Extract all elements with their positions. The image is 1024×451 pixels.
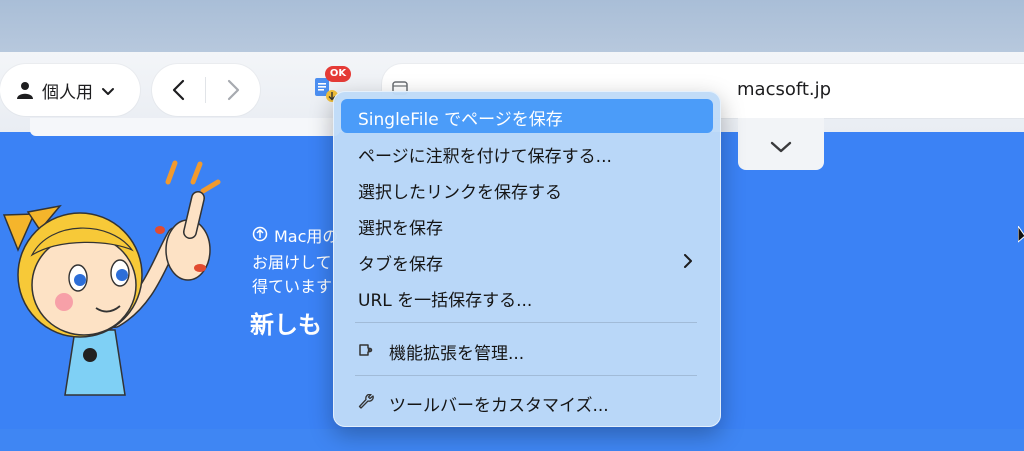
mascot-illustration bbox=[2, 160, 221, 396]
menu-item-annotate-and-save[interactable]: ページに注釈を付けて保存する... bbox=[341, 136, 713, 170]
context-menu: SingleFile でページを保存 ページに注釈を付けて保存する... 選択し… bbox=[333, 91, 721, 427]
menu-item-save-tabs[interactable]: タブを保存 bbox=[341, 244, 713, 278]
promo-text-line3: 得ています bbox=[252, 277, 333, 296]
profile-button[interactable]: 個人用 bbox=[0, 64, 140, 116]
menu-item-label: 選択したリンクを保存する bbox=[358, 183, 562, 203]
url-text: macsoft.jp bbox=[737, 79, 832, 100]
menu-item-save-selection[interactable]: 選択を保存 bbox=[341, 208, 713, 242]
forward-button[interactable] bbox=[222, 78, 244, 102]
chevron-right-icon bbox=[684, 254, 692, 268]
window-titlebar bbox=[0, 0, 1024, 52]
menu-item-label: SingleFile でページを保存 bbox=[358, 110, 563, 130]
menu-item-manage-extensions[interactable]: 機能拡張を管理... bbox=[341, 333, 713, 367]
nav-divider bbox=[205, 77, 206, 103]
profile-label: 個人用 bbox=[42, 83, 93, 103]
page-dropdown-tab[interactable] bbox=[738, 118, 824, 170]
menu-item-label: ページに注釈を付けて保存する... bbox=[358, 147, 612, 167]
status-badge: OK bbox=[325, 66, 351, 82]
menu-item-singlefile-save-page[interactable]: SingleFile でページを保存 bbox=[341, 99, 713, 133]
person-icon bbox=[17, 82, 33, 99]
menu-item-label: URL を一括保存する... bbox=[358, 291, 533, 311]
mouse-cursor-icon bbox=[1018, 226, 1024, 243]
chevron-down-icon bbox=[102, 88, 114, 95]
menu-separator bbox=[355, 375, 697, 376]
menu-separator bbox=[355, 322, 697, 323]
menu-item-save-selected-links[interactable]: 選択したリンクを保存する bbox=[341, 172, 713, 206]
navigation-buttons bbox=[152, 64, 260, 116]
promo-text-line1[interactable]: Mac用の bbox=[274, 223, 338, 247]
menu-item-label: 機能拡張を管理... bbox=[389, 344, 525, 364]
back-button[interactable] bbox=[168, 78, 190, 102]
menu-item-label: 選択を保存 bbox=[358, 219, 443, 239]
menu-item-label: ツールバーをカスタマイズ... bbox=[389, 396, 609, 416]
page-bottom-band bbox=[0, 429, 1024, 451]
menu-item-batch-save-urls[interactable]: URL を一括保存する... bbox=[341, 280, 713, 314]
toolbar-shelf bbox=[30, 118, 340, 136]
page-headline: 新しも bbox=[250, 311, 322, 339]
menu-item-label: タブを保存 bbox=[358, 255, 443, 275]
arrow-circle-icon bbox=[252, 226, 268, 242]
promo-text-line2: お届けして bbox=[252, 253, 332, 272]
chevron-down-icon bbox=[770, 141, 792, 153]
menu-item-customize-toolbar[interactable]: ツールバーをカスタマイズ... bbox=[341, 385, 713, 419]
extension-icon bbox=[359, 344, 373, 356]
wrench-icon bbox=[358, 394, 374, 409]
